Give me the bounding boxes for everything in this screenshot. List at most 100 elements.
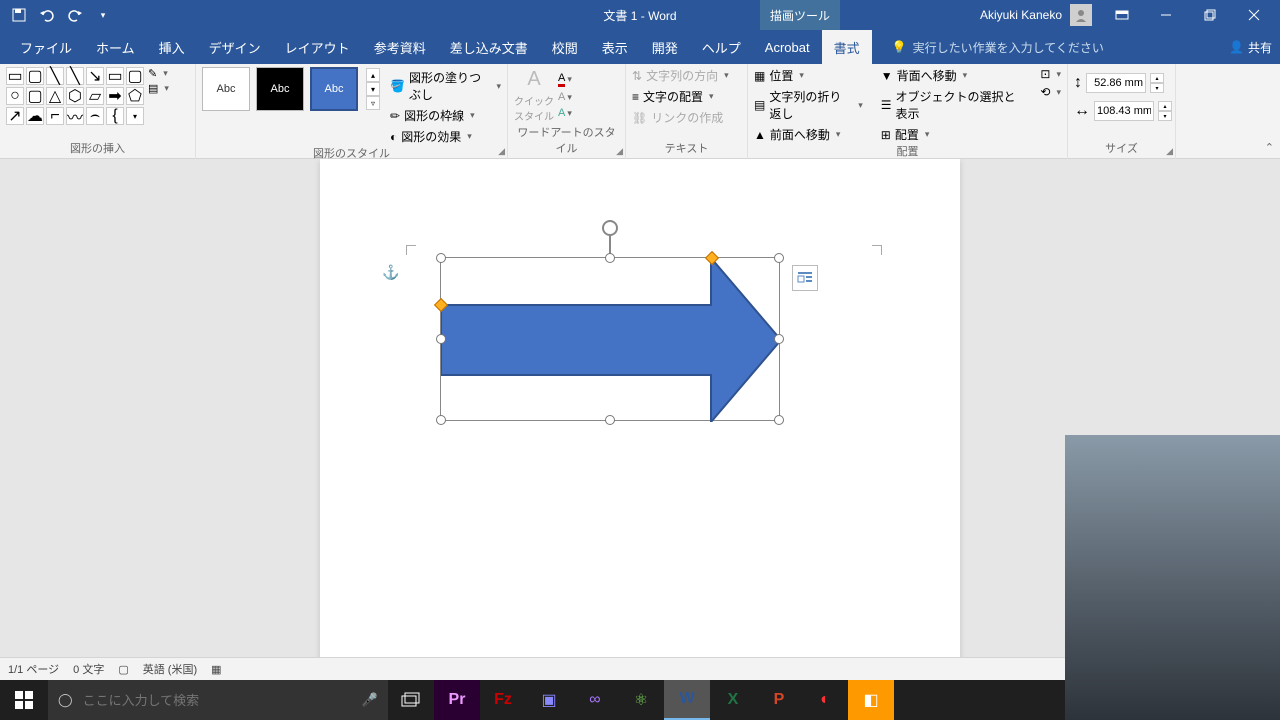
- taskbar-app-excel[interactable]: X: [710, 680, 756, 720]
- word-count[interactable]: 0 文字: [73, 661, 104, 677]
- width-up-button[interactable]: ▴: [1158, 101, 1172, 111]
- spell-check-icon[interactable]: ▢: [118, 663, 128, 676]
- position-button[interactable]: ▦位置▾: [754, 67, 863, 84]
- taskbar-app-unknown1[interactable]: ▣: [526, 680, 572, 720]
- resize-handle-bl[interactable]: [436, 415, 446, 425]
- shape-outline-button[interactable]: ✏図形の枠線▾: [390, 107, 501, 124]
- shape-curve-icon[interactable]: 〰: [66, 107, 84, 125]
- shape-connector-icon[interactable]: ↘: [86, 67, 104, 85]
- taskbar-app-filezilla[interactable]: Fz: [480, 680, 526, 720]
- shape-triangle-icon[interactable]: △: [46, 87, 64, 105]
- resize-handle-tr[interactable]: [774, 253, 784, 263]
- shape-selection[interactable]: [440, 257, 780, 421]
- resize-handle-mr[interactable]: [774, 334, 784, 344]
- shape-line2-icon[interactable]: ╲: [66, 67, 84, 85]
- collapse-ribbon-button[interactable]: ⌃: [1265, 141, 1274, 154]
- layout-options-button[interactable]: [792, 265, 818, 291]
- shape-bracket-icon[interactable]: ⌐: [46, 107, 64, 125]
- shape-roundrect-icon[interactable]: ▢: [26, 87, 44, 105]
- create-link-button[interactable]: ⛓リンクの作成: [632, 109, 729, 126]
- shape-effects-button[interactable]: ◐図形の効果▾: [390, 128, 501, 145]
- search-input[interactable]: [83, 693, 352, 708]
- resize-handle-br[interactable]: [774, 415, 784, 425]
- shape-oval-icon[interactable]: ○: [6, 87, 24, 105]
- undo-button[interactable]: [38, 6, 56, 24]
- task-view-button[interactable]: [388, 680, 434, 720]
- tell-me-search[interactable]: 💡 実行したい作業を入力してください: [892, 39, 1104, 56]
- shapes-gallery[interactable]: ▭ ▢ ╲ ╲ ↘ ▭ ▢ ○ ▢ △ ⬡ ▱ ➡ ⬠: [6, 67, 144, 125]
- width-input[interactable]: [1094, 101, 1154, 121]
- anchor-icon[interactable]: ⚓: [382, 264, 399, 281]
- send-backward-button[interactable]: ▼背面へ移動▾: [881, 67, 1023, 84]
- page[interactable]: ⚓: [320, 159, 960, 657]
- shape-rect3-icon[interactable]: ▢: [126, 67, 144, 85]
- shape-arrow-icon[interactable]: ➡: [106, 87, 124, 105]
- ribbon-display-button[interactable]: [1100, 0, 1144, 30]
- tab-insert[interactable]: 挿入: [147, 30, 197, 64]
- height-input[interactable]: [1086, 73, 1146, 93]
- resize-handle-bm[interactable]: [605, 415, 615, 425]
- shape-cloud-icon[interactable]: ☁: [26, 107, 44, 125]
- size-launcher[interactable]: ◢: [1166, 146, 1173, 157]
- rotate-handle[interactable]: [602, 220, 618, 236]
- close-button[interactable]: [1232, 0, 1276, 30]
- rotate-button[interactable]: ⟲▾: [1040, 85, 1061, 99]
- mic-icon[interactable]: 🎤: [362, 692, 378, 708]
- qat-customize-button[interactable]: ▾: [94, 6, 112, 24]
- align-text-button[interactable]: ≡文字の配置▾: [632, 88, 729, 105]
- page-status[interactable]: 1/1 ページ: [8, 661, 59, 677]
- text-outline-button[interactable]: A▾: [558, 91, 572, 103]
- user-avatar[interactable]: [1070, 4, 1092, 26]
- shape-fill-button[interactable]: 🪣図形の塗りつぶし▾: [390, 69, 501, 103]
- resize-handle-ml[interactable]: [436, 334, 446, 344]
- share-button[interactable]: 👤 共有: [1229, 39, 1272, 56]
- tab-file[interactable]: ファイル: [8, 30, 84, 64]
- tab-help[interactable]: ヘルプ: [690, 30, 753, 64]
- taskbar-app-premiere[interactable]: Pr: [434, 680, 480, 720]
- resize-handle-tl[interactable]: [436, 253, 446, 263]
- gallery-up-button[interactable]: ▴: [366, 68, 380, 82]
- maximize-button[interactable]: [1188, 0, 1232, 30]
- macro-icon[interactable]: ▦: [211, 663, 221, 676]
- height-up-button[interactable]: ▴: [1150, 73, 1164, 83]
- shape-rect-icon[interactable]: ▢: [26, 67, 44, 85]
- taskbar-app-word[interactable]: W: [664, 680, 710, 720]
- shape-line-icon[interactable]: ╲: [46, 67, 64, 85]
- tab-view[interactable]: 表示: [590, 30, 640, 64]
- height-down-button[interactable]: ▾: [1150, 83, 1164, 93]
- tab-layout[interactable]: レイアウト: [273, 30, 362, 64]
- tab-developer[interactable]: 開発: [640, 30, 690, 64]
- tab-references[interactable]: 参考資料: [362, 30, 438, 64]
- bring-forward-button[interactable]: ▲前面へ移動▾: [754, 126, 863, 143]
- edit-shape-button[interactable]: ✎▾: [148, 67, 169, 80]
- tab-home[interactable]: ホーム: [84, 30, 147, 64]
- language-status[interactable]: 英語 (米国): [143, 661, 197, 677]
- shape-arc-icon[interactable]: ⌢: [86, 107, 104, 125]
- text-fill-button[interactable]: A▾: [558, 72, 572, 87]
- shape-hexagon-icon[interactable]: ⬡: [66, 87, 84, 105]
- shape-styles-launcher[interactable]: ◢: [498, 146, 505, 157]
- quick-styles-button[interactable]: A クイック スタイル: [514, 68, 554, 123]
- taskbar-app-powerpoint[interactable]: P: [756, 680, 802, 720]
- gallery-more-button[interactable]: ▿: [366, 96, 380, 110]
- align-button[interactable]: ⊞配置▾: [881, 126, 1023, 143]
- start-button[interactable]: [0, 680, 48, 720]
- shape-rect2-icon[interactable]: ▭: [106, 67, 124, 85]
- redo-button[interactable]: [66, 6, 84, 24]
- shape-paral-icon[interactable]: ▱: [86, 87, 104, 105]
- gallery-down-button[interactable]: ▾: [366, 82, 380, 96]
- tab-format[interactable]: 書式: [822, 30, 872, 64]
- tab-review[interactable]: 校閲: [540, 30, 590, 64]
- width-down-button[interactable]: ▾: [1158, 111, 1172, 121]
- style-thumb-3[interactable]: Abc: [310, 67, 358, 111]
- taskbar-app-atom[interactable]: ⚛: [618, 680, 664, 720]
- style-thumb-1[interactable]: Abc: [202, 67, 250, 111]
- resize-handle-tm[interactable]: [605, 253, 615, 263]
- tab-mailings[interactable]: 差し込み文書: [438, 30, 540, 64]
- text-direction-button[interactable]: ⇅文字列の方向▾: [632, 67, 729, 84]
- shape-arrow2-icon[interactable]: ↗: [6, 107, 24, 125]
- text-effects-button[interactable]: A▾: [558, 107, 572, 119]
- minimize-button[interactable]: [1144, 0, 1188, 30]
- shape-textbox-icon[interactable]: ▭: [6, 67, 24, 85]
- tab-acrobat[interactable]: Acrobat: [753, 30, 822, 64]
